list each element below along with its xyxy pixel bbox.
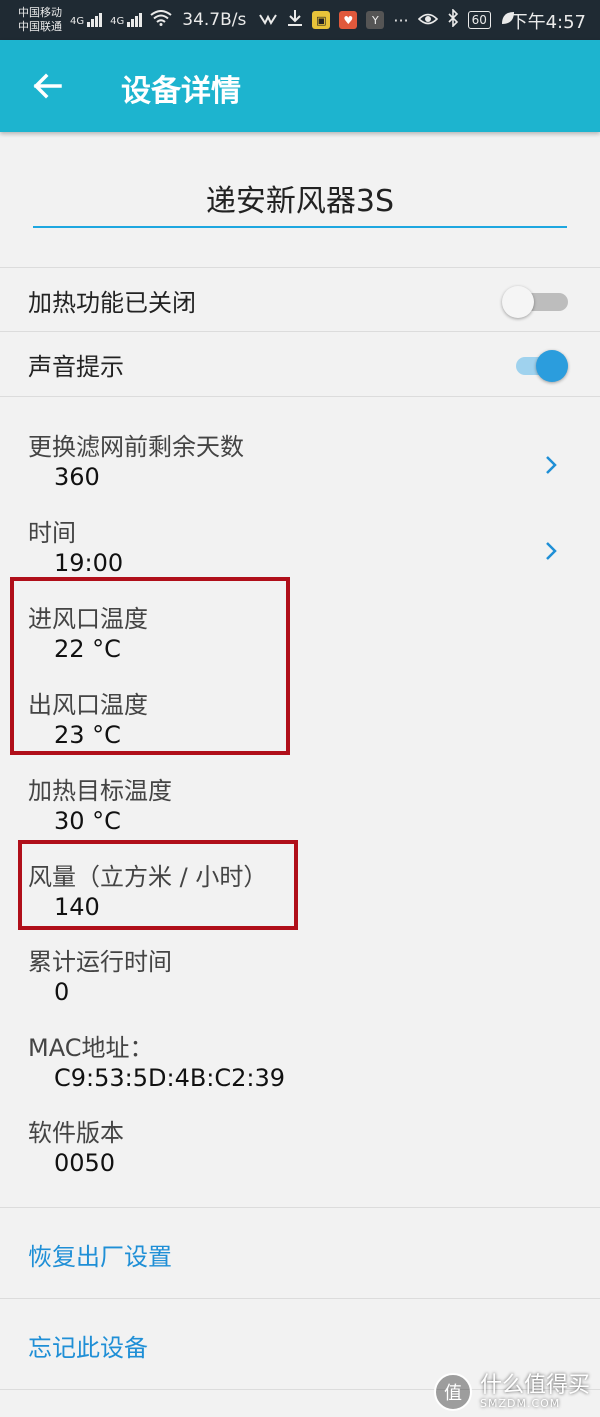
info-value: 30 °C [54,807,121,835]
watermark-subtext: SMZDM.COM [479,1396,561,1410]
heating-toggle-label: 加热功能已关闭 [28,289,196,317]
info-item-firmware: 软件版本 0050 [0,1113,600,1199]
heating-switch[interactable] [502,286,568,318]
info-item-mac: MAC地址： C9:53:5D:4B:C2:39 [0,1028,600,1114]
info-label: 软件版本 [28,1119,124,1147]
watermark: 值 什么值得买 SMZDM.COM [433,1372,590,1411]
toggle-row-sound[interactable]: 声音提示 [0,332,600,396]
info-value: 19:00 [54,549,124,577]
arrow-left-icon [33,73,62,99]
app-icon-yi: Y [366,11,385,29]
info-value: 360 [54,463,100,491]
chevron-right-icon [546,456,557,474]
carrier-2: 中国联通 [18,20,62,33]
info-value: C9:53:5D:4B:C2:39 [54,1064,286,1092]
battery-icon: 60 [467,11,491,29]
divider [0,1207,600,1208]
highlight-box-temperatures [10,577,290,755]
app-bar: 设备详情 [0,40,600,132]
watermark-text: 什么值得买 [479,1372,590,1398]
info-label: 累计运行时间 [28,948,172,976]
info-label: 加热目标温度 [28,777,172,805]
forget-device-button[interactable]: 忘记此设备 [28,1328,148,1363]
device-name-input[interactable] [33,170,567,228]
watermark-logo-icon: 值 [433,1373,472,1411]
status-clock: 下午4:57 [509,12,586,33]
sound-switch[interactable] [516,350,568,382]
link-icon [258,11,278,30]
sound-toggle-label: 声音提示 [28,353,124,381]
factory-reset-button[interactable]: 恢复出厂设置 [28,1237,172,1272]
download-icon [287,9,303,31]
info-label: 更换滤网前剩余天数 [28,433,244,461]
toggle-row-heating[interactable]: 加热功能已关闭 [0,268,600,332]
info-item-runtime: 累计运行时间 0 [0,942,600,1028]
info-value: 0050 [54,1149,116,1177]
signal-1-icon: 4G [70,13,103,27]
info-label: MAC地址： [28,1034,154,1062]
info-value: 0 [54,978,70,1006]
info-label: 时间 [28,519,76,547]
more-icon: ··· [393,10,409,30]
status-bar: 中国移动 中国联通 4G 4G 34.7B/s ▣ ♥ Y ··· 60 下午4… [0,0,600,40]
divider [0,1298,600,1299]
device-name-container [33,170,567,228]
chevron-right-icon [546,542,557,560]
carrier-info: 中国移动 中国联通 [18,6,62,34]
carrier-1: 中国移动 [18,6,62,19]
page-title: 设备详情 [121,74,241,109]
wifi-icon [150,10,172,30]
divider [0,396,600,397]
pocket-icon: ♥ [339,11,358,29]
info-item-filter-days[interactable]: 更换滤网前剩余天数 360 [0,427,600,513]
app-icon-yellow: ▣ [312,11,331,29]
network-speed: 34.7B/s [182,10,247,30]
signal-2-icon: 4G [110,13,143,27]
eye-icon [417,11,438,30]
bluetooth-icon [447,8,459,31]
highlight-box-airflow [18,840,298,930]
back-button[interactable] [30,68,66,104]
